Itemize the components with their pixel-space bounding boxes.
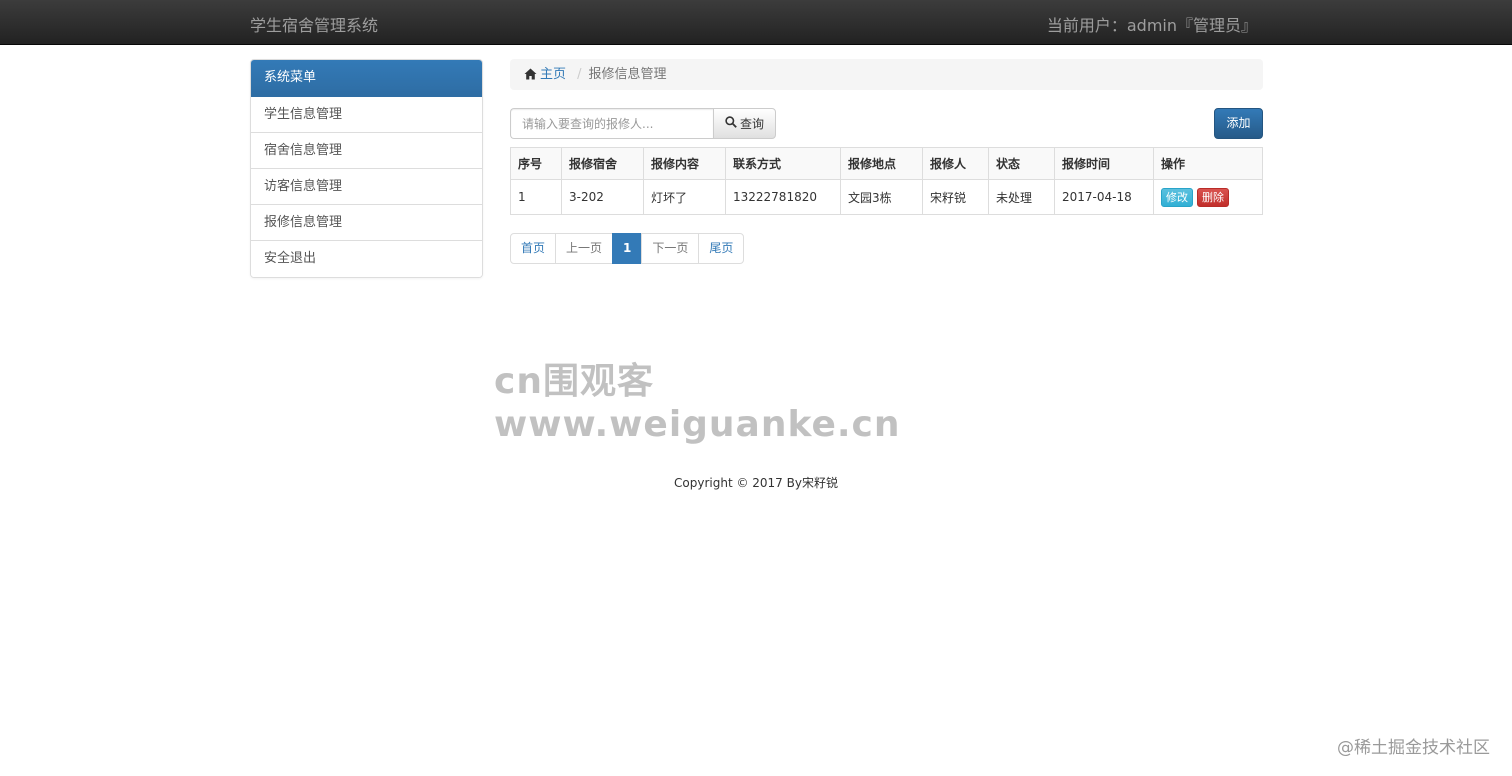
breadcrumb-home-link[interactable]: 主页 (524, 67, 570, 82)
table-row: 1 3-202 灯坏了 13222781820 文园3栋 宋籽锐 未处理 201… (510, 179, 1263, 215)
corner-watermark: @稀土掘金技术社区 (1337, 738, 1490, 758)
repairs-table: 序号 报修宿舍 报修内容 联系方式 报修地点 报修人 状态 报修时间 操作 1 … (510, 147, 1263, 215)
column-header-time: 报修时间 (1054, 147, 1154, 180)
pagination: 首页 上一页 1 下一页 尾页 (510, 233, 745, 264)
sidebar-item-logout[interactable]: 安全退出 (251, 241, 482, 277)
search-button[interactable]: 查询 (713, 108, 776, 139)
app-title[interactable]: 学生宿舍管理系统 (250, 12, 378, 36)
sidebar-item-dorms[interactable]: 宿舍信息管理 (251, 133, 482, 169)
page-last[interactable]: 尾页 (698, 233, 745, 264)
cell-time: 2017-04-18 (1054, 179, 1154, 215)
breadcrumb: 主页 / 报修信息管理 (510, 59, 1263, 90)
delete-button[interactable]: 删除 (1197, 187, 1229, 207)
breadcrumb-home-label[interactable]: 主页 (540, 67, 566, 82)
cell-dorm: 3-202 (561, 179, 644, 215)
column-header-reporter: 报修人 (922, 147, 989, 180)
cell-actions: 修改 删除 (1153, 179, 1263, 215)
table-header-row: 序号 报修宿舍 报修内容 联系方式 报修地点 报修人 状态 报修时间 操作 (510, 147, 1263, 180)
footer-copyright: Copyright © 2017 By宋籽锐 (674, 476, 838, 490)
breadcrumb-separator: / (577, 67, 582, 82)
center-watermark: cn围观客www.weiguanke.cn (494, 361, 901, 445)
sidebar-menu: 系统菜单 学生信息管理 宿舍信息管理 访客信息管理 报修信息管理 安全退出 (250, 59, 483, 278)
column-header-dorm: 报修宿舍 (561, 147, 644, 180)
cell-status: 未处理 (988, 179, 1055, 215)
sidebar-header: 系统菜单 (251, 60, 482, 97)
search-button-label: 查询 (739, 117, 764, 131)
page-prev[interactable]: 上一页 (555, 233, 614, 264)
search-group: 查询 (510, 108, 776, 139)
cell-content: 灯坏了 (643, 179, 726, 215)
column-header-index: 序号 (510, 147, 562, 180)
home-icon (524, 61, 537, 92)
cell-reporter: 宋籽锐 (922, 179, 989, 215)
breadcrumb-current: 报修信息管理 (588, 67, 667, 82)
cell-index: 1 (510, 179, 562, 215)
column-header-phone: 联系方式 (725, 147, 841, 180)
cell-phone: 13222781820 (725, 179, 841, 215)
search-icon (725, 116, 737, 131)
sidebar-item-visitors[interactable]: 访客信息管理 (251, 169, 482, 205)
search-input[interactable] (510, 108, 713, 139)
column-header-status: 状态 (988, 147, 1055, 180)
page-current[interactable]: 1 (612, 233, 643, 264)
column-header-actions: 操作 (1153, 147, 1263, 180)
page-first[interactable]: 首页 (510, 233, 557, 264)
cell-location: 文园3栋 (840, 179, 923, 215)
column-header-location: 报修地点 (840, 147, 923, 180)
add-button[interactable]: 添加 (1214, 108, 1263, 139)
page-next[interactable]: 下一页 (641, 233, 700, 264)
sidebar-item-students[interactable]: 学生信息管理 (251, 97, 482, 133)
column-header-content: 报修内容 (643, 147, 726, 180)
navbar: 学生宿舍管理系统 当前用户：admin『管理员』 (0, 0, 1512, 45)
current-user: 当前用户：admin『管理员』 (1046, 16, 1257, 35)
sidebar-item-repairs[interactable]: 报修信息管理 (251, 205, 482, 241)
edit-button[interactable]: 修改 (1161, 187, 1193, 207)
